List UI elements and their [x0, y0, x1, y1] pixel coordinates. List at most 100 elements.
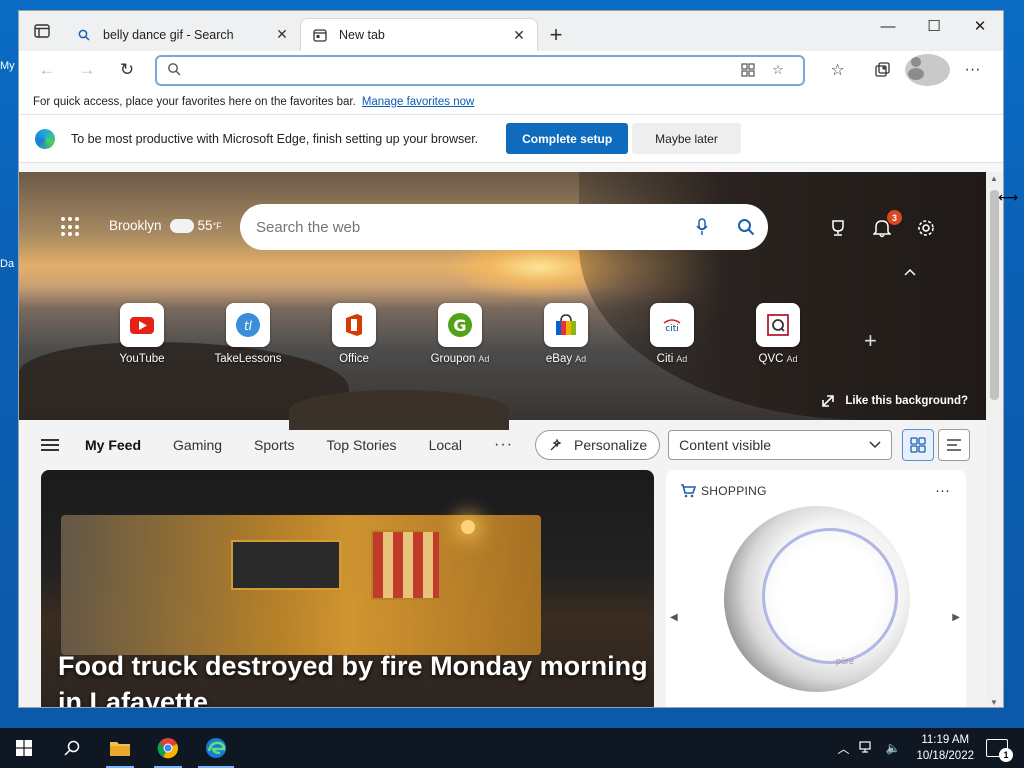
list-view-icon [947, 439, 962, 451]
add-quick-link-button[interactable]: + [864, 328, 877, 354]
web-search-input[interactable] [256, 218, 680, 236]
newtab-icon [311, 28, 329, 42]
card-more-options-button[interactable]: ··· [935, 482, 950, 499]
product-brand-logo: pūre [836, 656, 855, 666]
maximize-button[interactable]: ☐ [911, 11, 957, 41]
web-search-box[interactable] [240, 204, 768, 250]
tab-search[interactable]: belly dance gif - Search ✕ [65, 18, 300, 51]
tab-actions-button[interactable] [19, 11, 65, 51]
hamburger-menu-icon[interactable] [41, 436, 59, 454]
shopping-card[interactable]: SHOPPING ··· ◀ pūre ▶ [666, 470, 966, 707]
quick-link-groupon[interactable]: G Groupon Ad [407, 303, 513, 365]
clock-date: 10/18/2022 [916, 750, 974, 762]
carousel-prev-icon[interactable]: ◀ [670, 612, 678, 623]
quick-link-youtube[interactable]: YouTube [89, 303, 195, 365]
like-background-button[interactable]: Like this background? [821, 394, 968, 408]
collections-icon[interactable] [860, 54, 905, 86]
search-icon [75, 29, 93, 41]
carousel-next-icon[interactable]: ▶ [952, 612, 960, 623]
app-available-icon[interactable] [733, 63, 763, 77]
minimize-button[interactable]: — [865, 11, 911, 41]
quick-link-ebay[interactable]: eBay Ad [513, 303, 619, 365]
weather-city: Brooklyn [109, 218, 162, 233]
app-launcher-icon[interactable] [61, 217, 81, 237]
office-icon [332, 303, 376, 347]
grid-view-button[interactable] [902, 429, 935, 461]
tab-actions-icon [34, 24, 50, 38]
taskbar-search-button[interactable] [48, 728, 96, 768]
feed-tab-local[interactable]: Local [429, 437, 462, 453]
personalize-label: Personalize [574, 437, 648, 453]
edge-taskbar-button[interactable] [192, 728, 240, 768]
forward-button[interactable]: → [67, 54, 107, 86]
quick-link-office[interactable]: Office [301, 303, 407, 365]
favorites-icon[interactable]: ☆ [815, 54, 860, 86]
feed-tab-my-feed[interactable]: My Feed [85, 437, 141, 453]
address-bar[interactable]: ☆ [155, 54, 805, 86]
refresh-button[interactable]: ↻ [107, 54, 147, 86]
scrollbar-thumb[interactable] [990, 190, 999, 400]
quick-link-takelessons[interactable]: tl TakeLessons [195, 303, 301, 365]
collapse-chevron-up-icon[interactable] [904, 264, 916, 279]
volume-icon[interactable]: 🔈 [885, 741, 900, 755]
taskbar-clock[interactable]: 11:19 AM 10/18/2022 [916, 732, 974, 764]
scroll-down-icon[interactable]: ▼ [990, 698, 998, 707]
page-settings-gear-icon[interactable] [914, 216, 938, 240]
complete-setup-button[interactable]: Complete setup [506, 123, 629, 154]
desktop-icon-label[interactable]: My [0, 60, 15, 72]
search-submit-icon[interactable] [724, 218, 768, 236]
product-image-air-purifier[interactable] [724, 506, 910, 692]
personalize-button[interactable]: Personalize [535, 430, 661, 460]
chrome-button[interactable] [144, 728, 192, 768]
settings-more-icon[interactable]: ··· [950, 54, 995, 86]
desktop-icon-label[interactable]: Da [0, 258, 14, 270]
shopping-title: SHOPPING [701, 484, 767, 498]
manage-favorites-link[interactable]: Manage favorites now [362, 96, 475, 108]
quick-link-qvc[interactable]: QVC Ad [725, 303, 831, 365]
more-feed-tabs-button[interactable]: ··· [494, 436, 513, 454]
network-icon[interactable] [859, 740, 875, 757]
back-button[interactable]: ← [27, 54, 67, 86]
new-tab-button[interactable]: + [538, 18, 574, 51]
window-controls: — ☐ ✕ [865, 11, 1003, 41]
weather-widget[interactable]: Brooklyn 55 °F [109, 212, 222, 233]
like-background-label: Like this background? [845, 395, 968, 407]
action-center-icon[interactable]: 1 [986, 739, 1013, 762]
add-favorite-star-icon[interactable]: ☆ [763, 62, 793, 78]
tab-strip: belly dance gif - Search ✕ New tab ✕ + —… [19, 11, 1003, 51]
notification-badge: 3 [887, 210, 902, 225]
profile-button[interactable] [905, 54, 950, 86]
content-visibility-dropdown[interactable]: Content visible [668, 430, 893, 460]
news-card[interactable]: Food truck destroyed by fire Monday morn… [41, 470, 654, 707]
microphone-icon[interactable] [680, 218, 724, 236]
rewards-trophy-icon[interactable] [826, 216, 850, 240]
close-window-button[interactable]: ✕ [957, 11, 1003, 41]
citi-icon: citi [650, 303, 694, 347]
address-input[interactable] [189, 62, 733, 78]
file-explorer-button[interactable] [96, 728, 144, 768]
tab-new-tab[interactable]: New tab ✕ [300, 18, 538, 51]
feed-tab-gaming[interactable]: Gaming [173, 437, 222, 453]
weather-unit: °F [212, 220, 222, 231]
close-tab-icon[interactable]: ✕ [274, 26, 290, 43]
feed-tab-sports[interactable]: Sports [254, 437, 294, 453]
maybe-later-button[interactable]: Maybe later [632, 123, 741, 154]
show-hidden-icons-chevron-icon[interactable]: ︿ [837, 740, 849, 757]
action-center-badge: 1 [999, 748, 1013, 762]
close-tab-icon[interactable]: ✕ [511, 27, 527, 44]
feed-tab-top-stories[interactable]: Top Stories [327, 437, 397, 453]
news-headline[interactable]: Food truck destroyed by fire Monday morn… [58, 648, 654, 707]
favorites-bar: For quick access, place your favorites h… [19, 89, 1003, 115]
quick-link-citi[interactable]: citi Citi Ad [619, 303, 725, 365]
start-button[interactable] [0, 728, 48, 768]
avatar [905, 54, 950, 86]
quick-link-label: eBay [545, 353, 573, 365]
ad-tag: Ad [676, 354, 688, 364]
scroll-up-icon[interactable]: ▲ [990, 174, 998, 183]
vertical-scrollbar[interactable]: ▲ ▼ [986, 172, 1003, 707]
list-view-button[interactable] [938, 429, 971, 461]
forward-arrow-icon: → [78, 60, 96, 79]
notifications-bell-icon[interactable]: 3 [870, 210, 902, 240]
refresh-icon: ↻ [119, 60, 135, 79]
dropdown-value: Content visible [679, 437, 771, 453]
